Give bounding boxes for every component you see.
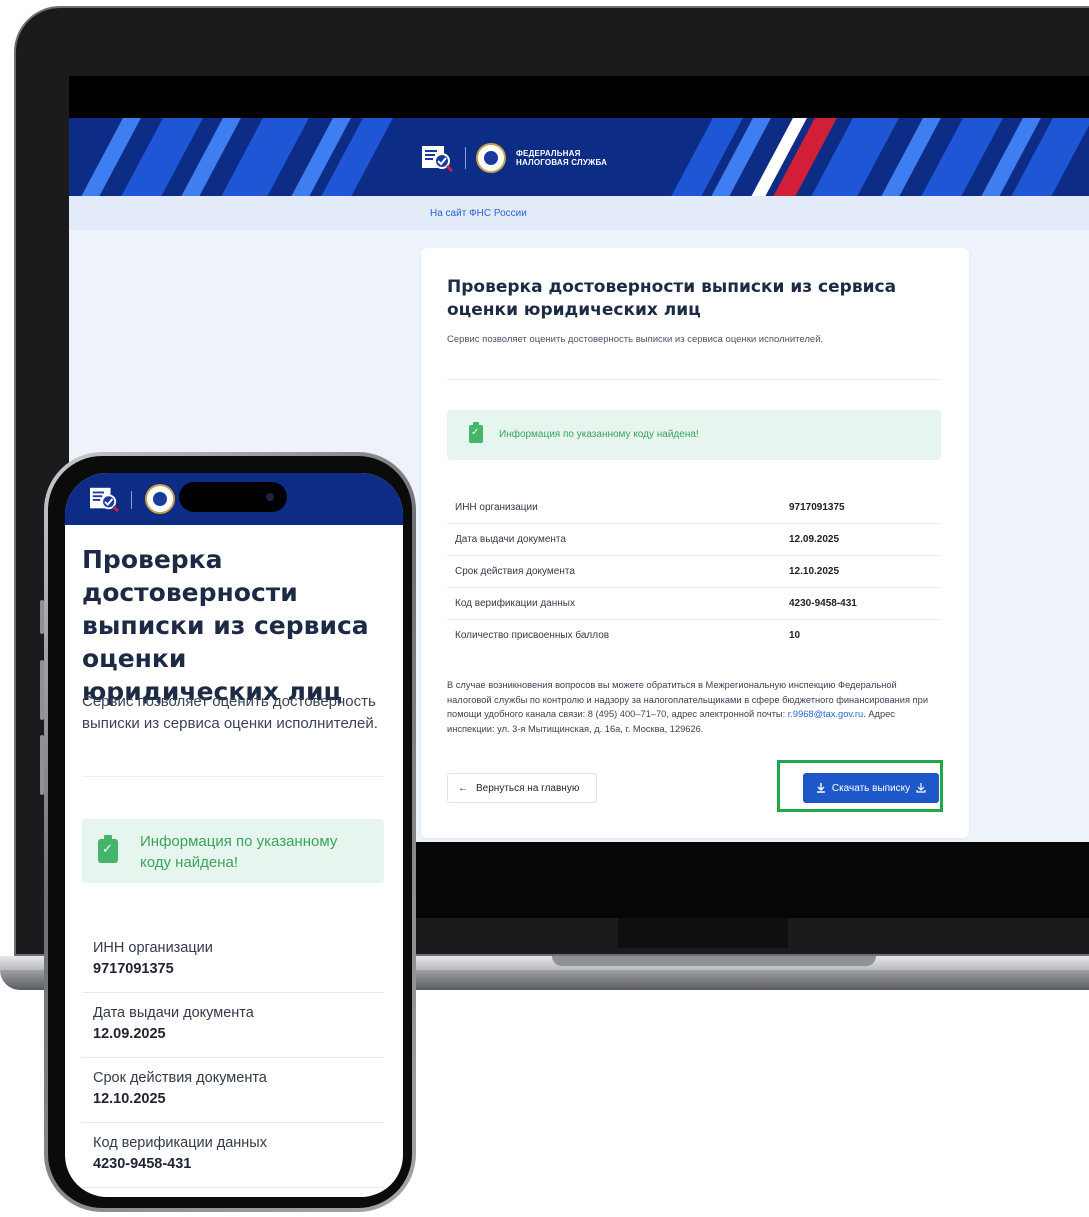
contact-email-link[interactable]: r.9968@tax.gov.ru <box>788 709 863 719</box>
row-value: 10 <box>789 630 801 641</box>
table-row: Количество присвоенных баллов 10 <box>447 620 941 651</box>
item-value: 9717091375 <box>93 961 174 977</box>
divider <box>82 776 384 777</box>
page-title: Проверка достоверности выписки из сервис… <box>447 277 897 320</box>
row-label: Дата выдачи документа <box>455 534 566 545</box>
brand-name: ФЕДЕРАЛЬНАЯ НАЛОГОВАЯ СЛУЖБА <box>516 149 608 167</box>
brand-divider <box>465 147 466 169</box>
row-value: 12.10.2025 <box>789 566 840 577</box>
site-header-banner: ФЕДЕРАЛЬНАЯ НАЛОГОВАЯ СЛУЖБА <box>69 118 1089 196</box>
item-label: Дата выдачи документа <box>93 1005 254 1021</box>
brand-divider <box>131 491 132 509</box>
page-subtitle: Сервис позволяет оценить достоверность в… <box>82 693 378 732</box>
site-logo[interactable]: ФЕДЕРАЛЬНАЯ НАЛОГОВАЯ СЛУЖБА <box>419 140 607 176</box>
success-message: Информация по указанному коду найдена! <box>140 833 338 871</box>
table-row: Дата выдачи документа 12.09.2025 <box>447 524 941 556</box>
list-item: Код верификации данных 4230-9458-431 <box>82 1123 384 1188</box>
details-table: ИНН организации 9717091375 Дата выдачи д… <box>447 492 941 651</box>
arrow-left-icon: ← <box>458 782 468 794</box>
fns-site-link[interactable]: На сайт ФНС России <box>430 208 527 219</box>
success-alert: Информация по указанному коду найдена! <box>82 819 384 883</box>
table-row: Код верификации данных 4230-9458-431 <box>447 588 941 620</box>
page-title: Проверка достоверности выписки из сервис… <box>82 545 369 706</box>
top-nav: На сайт ФНС России <box>69 196 1089 230</box>
item-value: 12.10.2025 <box>93 1091 166 1107</box>
result-card: Проверка достоверности выписки из сервис… <box>421 248 969 838</box>
laptop-notch <box>618 918 788 948</box>
dynamic-island <box>179 482 287 512</box>
table-row: ИНН организации 9717091375 <box>447 492 941 524</box>
divider <box>447 379 941 380</box>
item-value: 4230-9458-431 <box>93 1156 192 1172</box>
success-alert: Информация по указанному коду найдена! <box>447 410 941 460</box>
item-label: Срок действия документа <box>93 1070 267 1086</box>
row-value: 4230-9458-431 <box>789 598 857 609</box>
phone-bezel: Проверка достоверности выписки из сервис… <box>48 456 412 1208</box>
phone-frame: Проверка достоверности выписки из сервис… <box>44 452 416 1212</box>
download-highlight-frame <box>777 760 943 812</box>
item-label: ИНН организации <box>93 940 213 956</box>
row-value: 9717091375 <box>789 502 845 513</box>
row-value: 12.09.2025 <box>789 534 840 545</box>
item-value: 12.09.2025 <box>93 1026 166 1042</box>
row-label: ИНН организации <box>455 502 538 513</box>
back-button-label: Вернуться на главную <box>476 782 580 794</box>
details-list: ИНН организации 9717091375 Дата выдачи д… <box>82 928 384 1188</box>
success-message: Информация по указанному коду найдена! <box>499 429 699 440</box>
page-subtitle: Сервис позволяет оценить достоверность в… <box>447 334 824 345</box>
list-item: Дата выдачи документа 12.09.2025 <box>82 993 384 1058</box>
document-check-icon[interactable] <box>87 485 121 513</box>
fns-emblem-icon <box>145 484 175 514</box>
fns-emblem-icon <box>476 143 506 173</box>
clipboard-check-icon <box>469 422 483 443</box>
item-label: Код верификации данных <box>93 1135 267 1151</box>
row-label: Количество присвоенных баллов <box>455 630 610 641</box>
clipboard-check-icon <box>98 835 118 863</box>
table-row: Срок действия документа 12.10.2025 <box>447 556 941 588</box>
mobile-header <box>65 473 403 525</box>
document-check-icon <box>422 146 454 173</box>
phone-screen: Проверка достоверности выписки из сервис… <box>65 473 403 1197</box>
row-label: Код верификации данных <box>455 598 575 609</box>
list-item: Срок действия документа 12.10.2025 <box>82 1058 384 1123</box>
row-label: Срок действия документа <box>455 566 575 577</box>
list-item: ИНН организации 9717091375 <box>82 928 384 993</box>
back-to-home-button[interactable]: ← Вернуться на главную <box>447 773 597 803</box>
contact-info: В случае возникновения вопросов вы может… <box>447 678 937 736</box>
laptop-hinge <box>552 956 876 966</box>
